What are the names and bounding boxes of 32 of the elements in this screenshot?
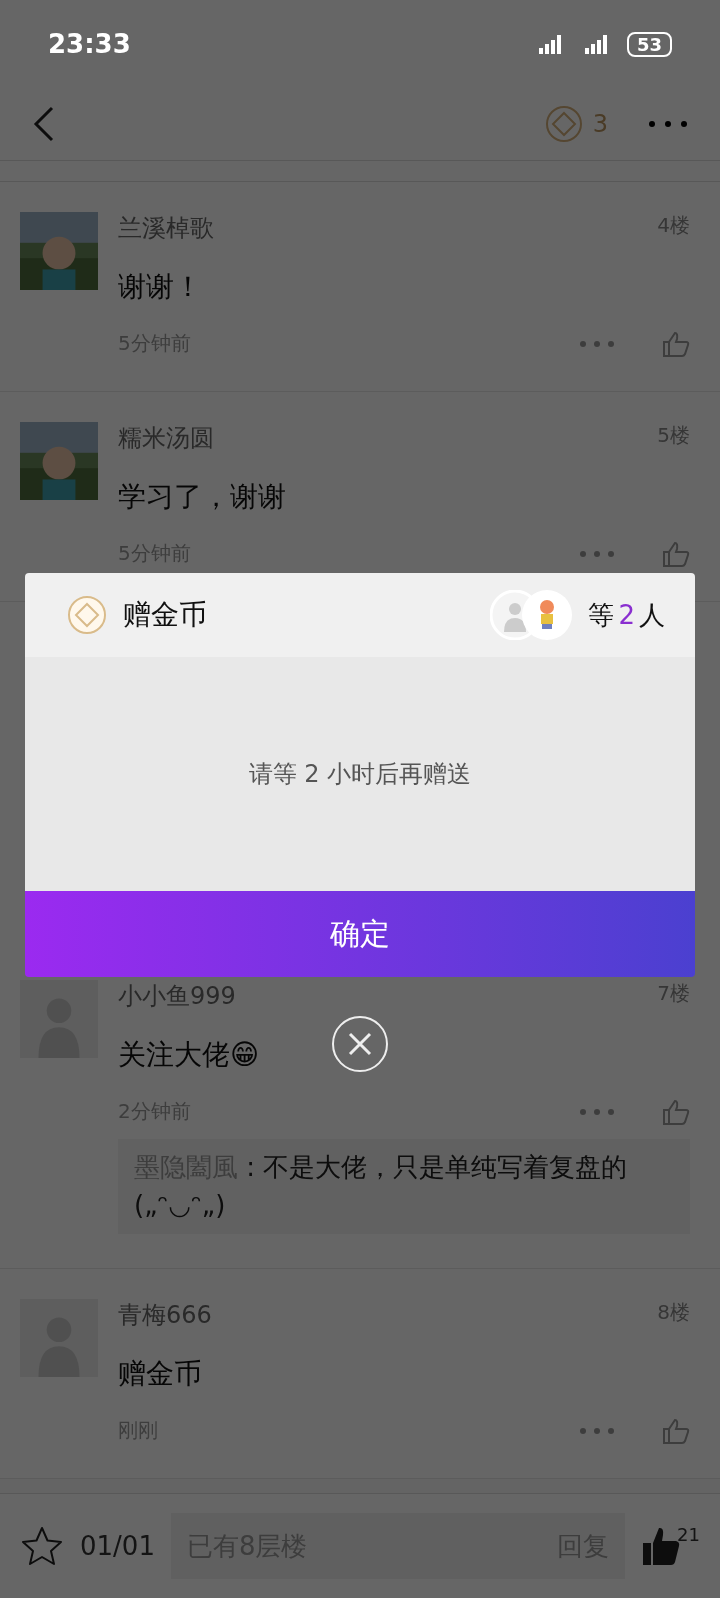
close-icon[interactable] [331, 1015, 389, 1073]
more-icon[interactable] [580, 550, 614, 557]
battery-indicator: 53 [626, 31, 672, 57]
more-icon[interactable] [580, 340, 614, 347]
dialog-message: 请等 2 小时后再赠送 [248, 759, 472, 790]
more-icon[interactable] [580, 1427, 614, 1434]
avatar-icon [522, 590, 573, 640]
dialog-title: 赠金币 [123, 597, 207, 633]
status-time: 23:33 [48, 29, 131, 59]
confirm-button[interactable]: 确定 [25, 891, 695, 977]
page-counter: 01/01 [80, 1531, 155, 1561]
giver-count: 等 2 人 [588, 598, 665, 632]
like-count: 21 [677, 1524, 700, 1545]
thumbs-up-icon[interactable] [662, 1417, 690, 1444]
thumbs-up-icon[interactable] [662, 540, 690, 567]
star-icon[interactable] [20, 1525, 64, 1567]
comment-text: 关注大佬😁 [118, 1037, 260, 1073]
username[interactable]: 小小鱼999 [118, 980, 236, 1012]
comment-text: 学习了，谢谢 [118, 479, 286, 515]
thumbs-up-icon[interactable] [662, 330, 690, 357]
coin-icon[interactable] [544, 105, 583, 143]
thumbs-up-icon[interactable] [662, 1098, 690, 1125]
coin-icon [67, 595, 107, 635]
username[interactable]: 兰溪棹歌 [118, 212, 214, 244]
more-icon[interactable] [648, 120, 688, 128]
more-icon[interactable] [580, 1108, 614, 1115]
comment-text: 赠金币 [118, 1356, 202, 1393]
username[interactable]: 青梅666 [118, 1299, 212, 1332]
comment-text: 谢谢！ [118, 269, 202, 305]
username[interactable]: 糯米汤圆 [118, 422, 214, 454]
coin-count: 3 [592, 110, 608, 138]
back-icon[interactable] [32, 106, 56, 142]
